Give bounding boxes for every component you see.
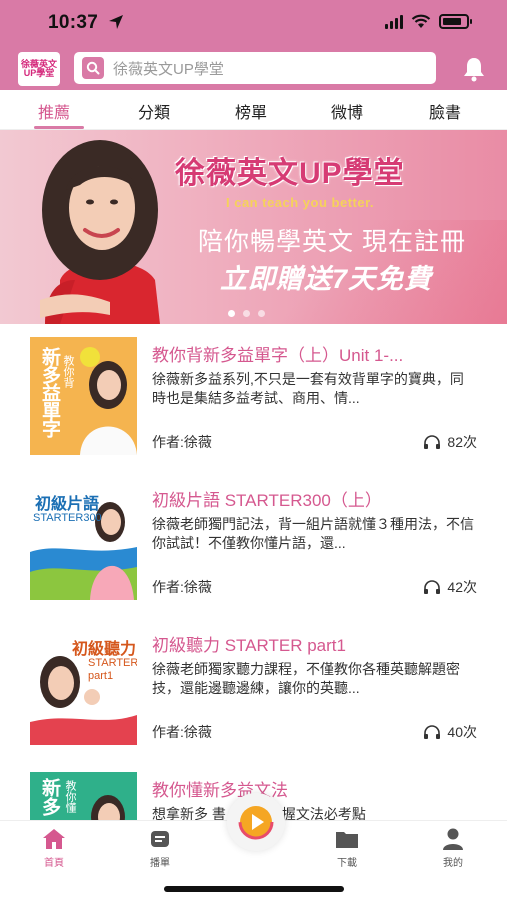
course-author: 作者:徐薇 (152, 579, 212, 595)
headphones-icon (424, 580, 441, 594)
cellular-signal-icon (385, 14, 403, 29)
tab-profile-label: 我的 (443, 858, 463, 869)
promo-banner[interactable]: 徐薇英文UP學堂 I can teach you better. 陪你暢學英文 … (0, 130, 507, 324)
wifi-icon (411, 14, 431, 28)
status-time: 10:37 (48, 12, 99, 33)
tab-playlist-label: 播單 (150, 858, 170, 869)
battery-icon (439, 14, 472, 29)
status-bar: 10:37 (0, 0, 507, 48)
course-thumbnail[interactable]: 教你背 新多益單字 (30, 337, 137, 455)
play-count-value: 82次 (447, 434, 477, 450)
tab-weibo[interactable]: 微博 (331, 99, 363, 123)
folder-icon (336, 832, 358, 848)
thumbnail-subtitle: STARTER part1 (88, 657, 137, 682)
tab-playlist[interactable]: 播單 (130, 827, 190, 869)
course-title[interactable]: 教你懂新多益文法 (152, 776, 482, 801)
thumbnail-subtitle: 教你懂 (64, 780, 76, 813)
search-placeholder: 徐薇英文UP學堂 (113, 60, 224, 78)
thumbnail-subtitle: STARTER300 (33, 512, 102, 524)
active-tab-indicator (34, 126, 84, 129)
course-description: 徐薇新多益系列,不只是一套有效背單字的寶典，同時也是集結多益考試、商用、情... (152, 371, 464, 406)
course-title[interactable]: 初級聽力 STARTER part1 (152, 631, 482, 656)
banner-tagline: I can teach you better. (226, 195, 375, 210)
course-play-count: 40次 (423, 722, 477, 742)
tab-home[interactable]: 首頁 (24, 827, 84, 869)
thumbnail-title: 初級聽力 (72, 641, 137, 658)
course-item[interactable]: 教你背 新多益單字 教你背新多益單字（上）Unit 1-... 徐薇新多益系列,… (0, 324, 507, 469)
course-title[interactable]: 初級片語 STARTER300（上） (152, 486, 482, 511)
play-count-value: 40次 (447, 724, 477, 740)
category-tabs: 推薦 分類 榜單 微博 臉書 (0, 90, 507, 130)
tab-home-label: 首頁 (44, 858, 64, 869)
pagination-dot[interactable] (228, 310, 235, 317)
now-playing-button[interactable] (227, 793, 285, 851)
tab-recommend[interactable]: 推薦 (38, 99, 70, 123)
course-play-count: 82次 (423, 432, 477, 452)
play-icon (238, 804, 274, 840)
pagination-dot[interactable] (258, 310, 265, 317)
tab-categories[interactable]: 分類 (138, 99, 170, 123)
tab-downloads[interactable]: 下載 (317, 827, 377, 869)
headphones-icon (424, 725, 441, 739)
thumbnail-title: 初級片語 (35, 496, 100, 513)
search-bar[interactable]: 徐薇英文UP學堂 (74, 52, 436, 84)
course-author: 作者:徐薇 (152, 434, 212, 450)
thumbnail-title: 新多益單字 (39, 347, 60, 437)
logo-line2: UP學堂 (23, 68, 55, 78)
course-item[interactable]: 初級片語 STARTER300 初級片語 STARTER300（上） 徐薇老師獨… (0, 469, 507, 614)
tab-downloads-label: 下載 (337, 858, 357, 869)
banner-teacher-photo (40, 140, 160, 324)
location-arrow-icon (109, 15, 123, 29)
thumbnail-title: 新多 (39, 778, 60, 816)
notification-bell-icon[interactable] (461, 56, 487, 82)
home-indicator (164, 886, 344, 892)
course-thumbnail[interactable]: 初級聽力 STARTER part1 (30, 627, 137, 745)
pagination-dot[interactable] (243, 310, 250, 317)
banner-title: 徐薇英文UP學堂 (175, 157, 405, 190)
banner-line1: 陪你暢學英文 現在註冊 (198, 228, 466, 256)
course-author: 作者:徐薇 (152, 724, 212, 740)
course-play-count: 42次 (423, 577, 477, 597)
headphones-icon (424, 435, 441, 449)
search-icon[interactable] (82, 57, 104, 79)
course-description: 徐薇老師獨家聽力課程，不僅教你各種英聽解題密技，還能邊聽邊練，讓你的英聽... (152, 661, 460, 696)
course-thumbnail[interactable]: 初級片語 STARTER300 (30, 482, 137, 600)
course-item[interactable]: 初級聽力 STARTER part1 初級聽力 STARTER part1 徐薇… (0, 614, 507, 759)
tab-facebook[interactable]: 臉書 (429, 99, 461, 123)
app-logo[interactable]: 徐薇英文 UP學堂 (18, 52, 60, 86)
tab-rankings[interactable]: 榜單 (235, 99, 267, 123)
play-count-value: 42次 (447, 579, 477, 595)
tab-profile[interactable]: 我的 (423, 827, 483, 869)
banner-line2: 立即贈送7天免費 (220, 264, 433, 294)
banner-pagination[interactable] (228, 310, 265, 317)
course-description: 徐薇老師獨門記法，背一組片語就懂３種用法，不信你試試！不僅教你懂片語，還... (152, 516, 474, 551)
playlist-icon (151, 831, 169, 847)
app-header: 10:37 徐薇英文 UP學堂 徐薇英文UP學堂 (0, 0, 507, 90)
home-icon (43, 829, 65, 849)
person-icon (443, 828, 463, 850)
course-title[interactable]: 教你背新多益單字（上）Unit 1-... (152, 341, 482, 366)
